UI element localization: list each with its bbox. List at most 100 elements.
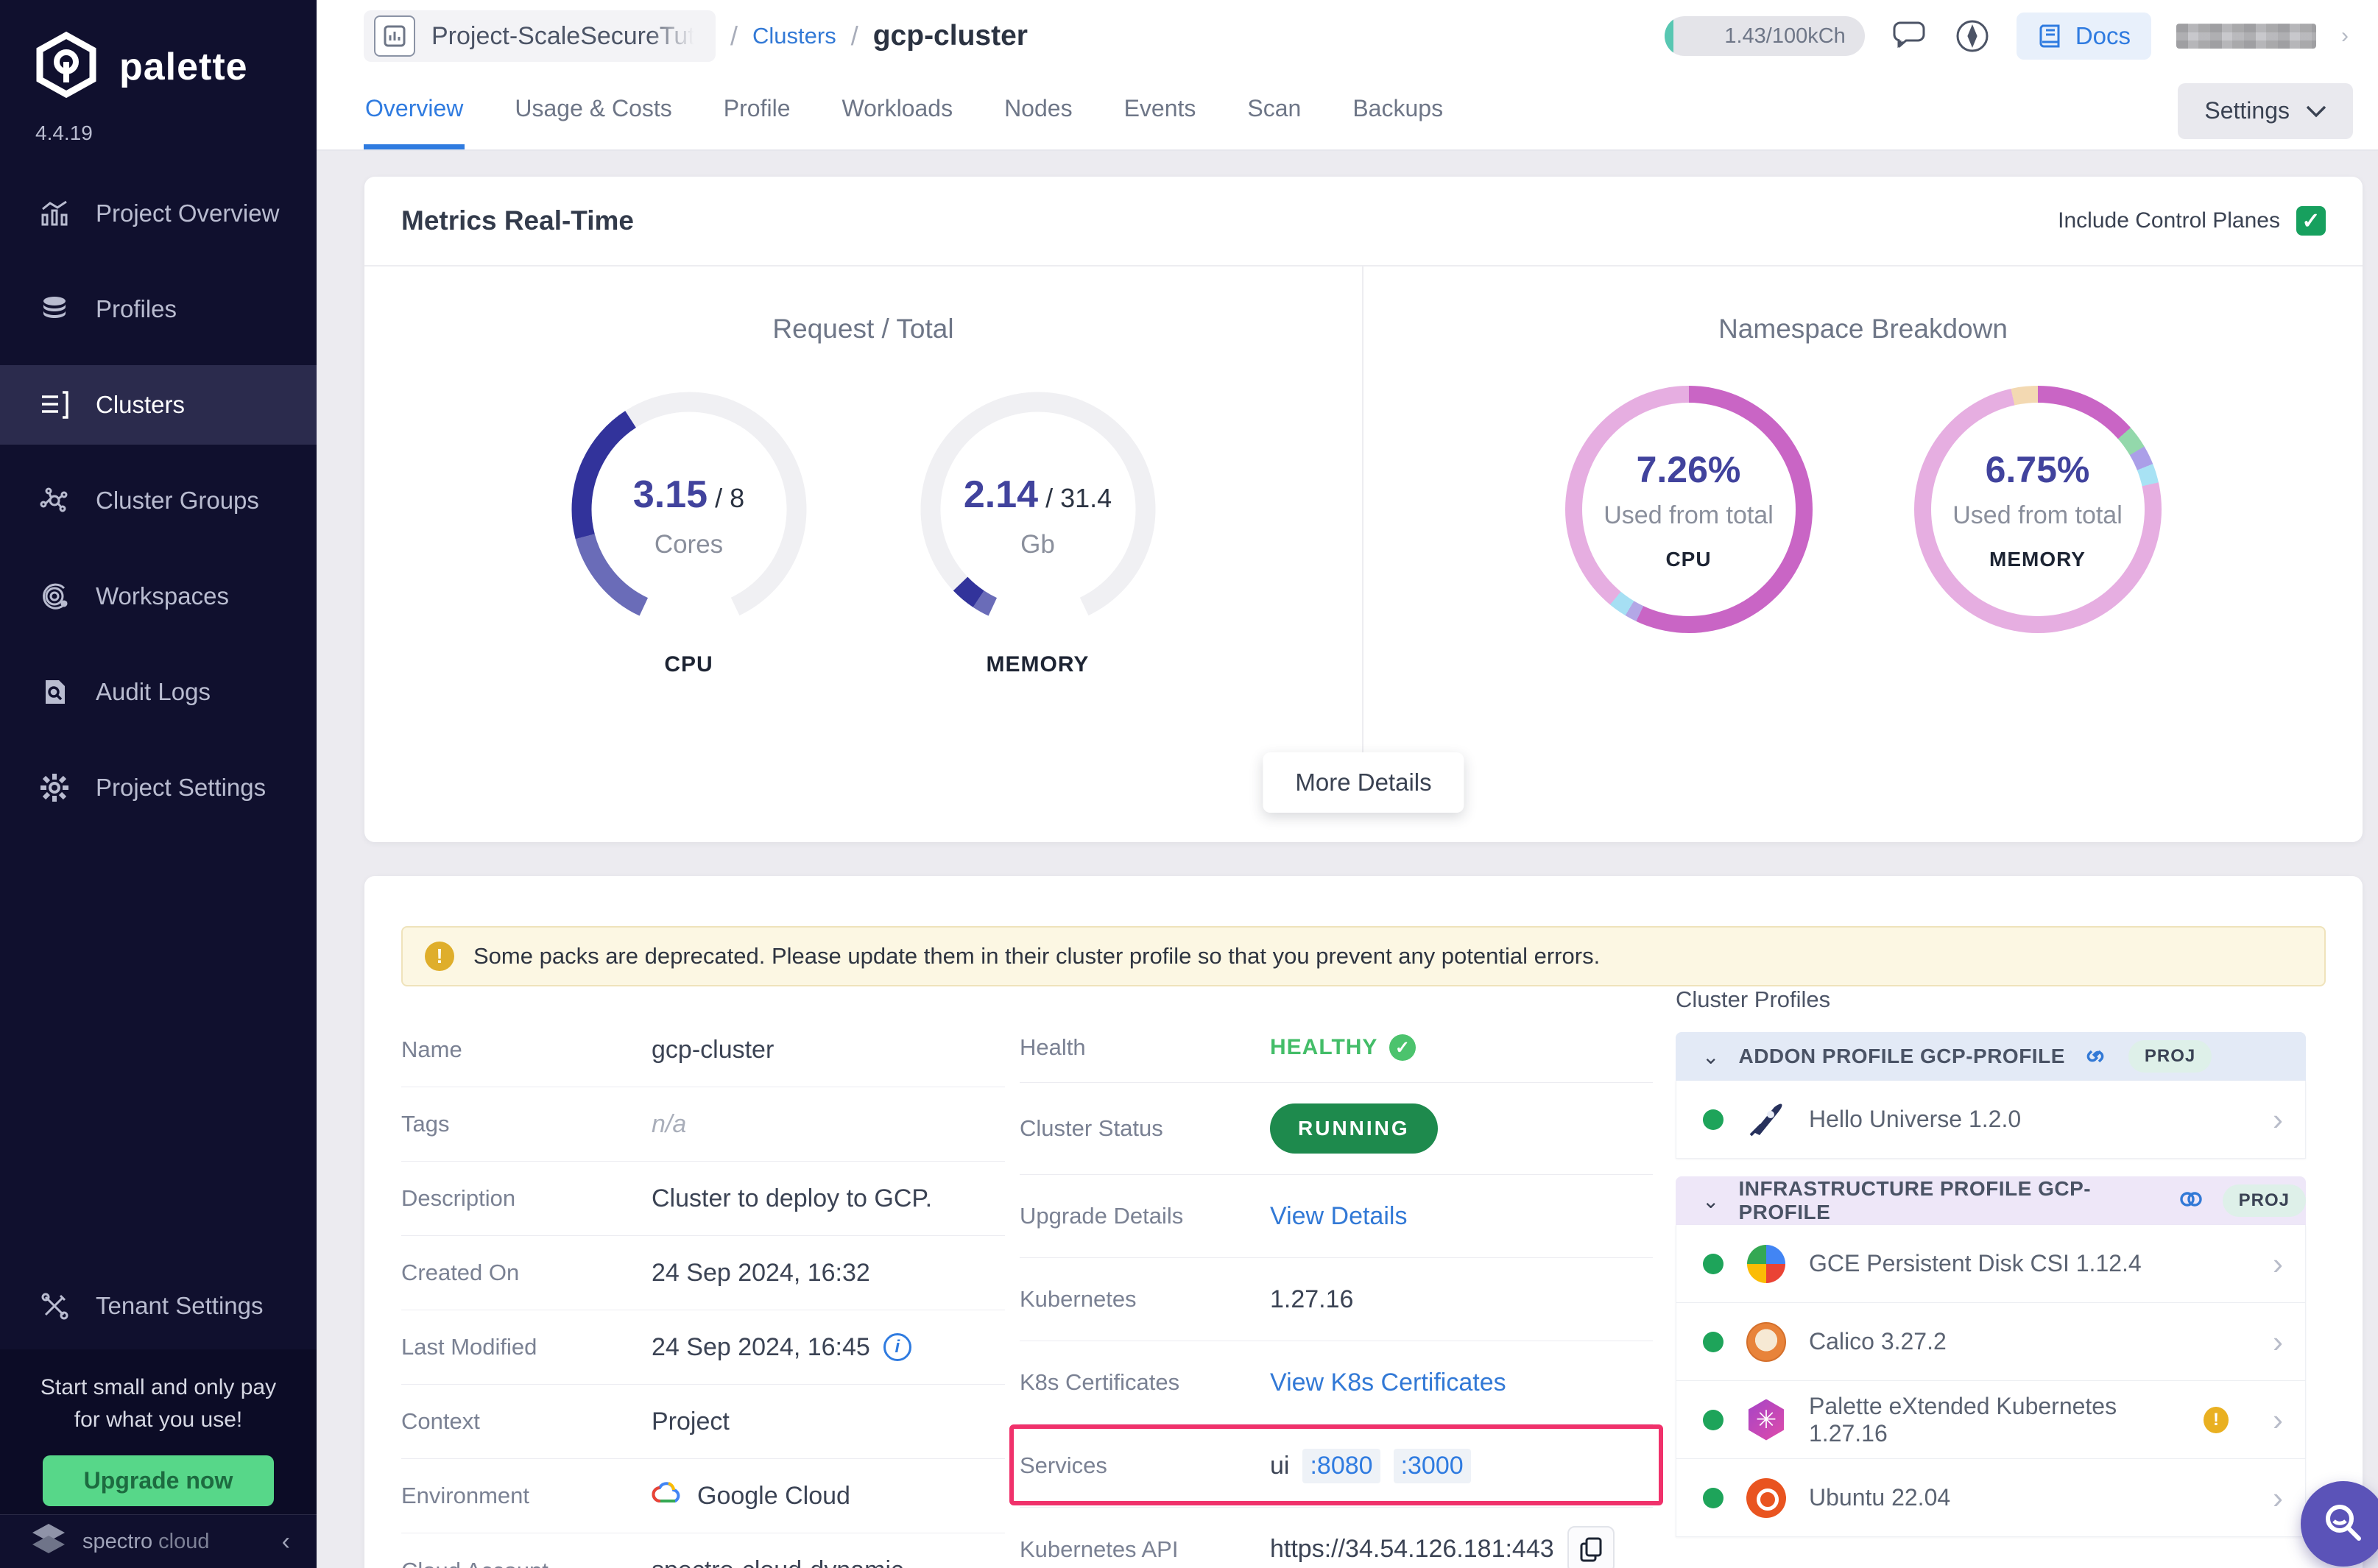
calico-icon bbox=[1746, 1321, 1787, 1363]
field-cluster-status: Cluster Status RUNNING bbox=[1020, 1083, 1653, 1175]
collapse-sidebar-icon[interactable]: ‹ bbox=[282, 1528, 290, 1556]
chevron-down-icon bbox=[2306, 105, 2326, 118]
settings-button[interactable]: Settings bbox=[2178, 83, 2353, 139]
sidebar-item-project-overview[interactable]: Project Overview bbox=[0, 174, 317, 253]
metrics-title: Metrics Real-Time bbox=[401, 205, 634, 236]
infrastructure-profile-section-header[interactable]: ⌄ INFRASTRUCTURE PROFILE GCP-PROFILE PRO… bbox=[1676, 1176, 2306, 1225]
chevron-right-icon: › bbox=[2273, 1324, 2283, 1360]
chevron-right-icon: › bbox=[2273, 1402, 2283, 1438]
breadcrumb-current: gcp-cluster bbox=[873, 20, 1028, 52]
gear-icon bbox=[38, 771, 71, 804]
cluster-tabbar: Overview Usage & Costs Profile Workloads… bbox=[317, 72, 2378, 151]
memory-donut: 6.75% Used from total MEMORY bbox=[1914, 386, 2162, 633]
tab-workloads[interactable]: Workloads bbox=[840, 72, 954, 149]
field-k8s-certificates: K8s Certificates View K8s Certificates bbox=[1020, 1341, 1653, 1424]
sidebar-item-profiles[interactable]: Profiles bbox=[0, 269, 317, 349]
hello-universe-icon bbox=[1746, 1099, 1787, 1140]
field-description: Description Cluster to deploy to GCP. bbox=[401, 1162, 1005, 1236]
sidebar-item-project-settings[interactable]: Project Settings bbox=[0, 748, 317, 827]
include-control-planes-checkbox[interactable]: ✓ bbox=[2296, 206, 2326, 236]
sidebar-item-audit-logs[interactable]: Audit Logs bbox=[0, 652, 317, 732]
usage-quota-badge[interactable]: 1.43/100kCh bbox=[1665, 16, 1865, 56]
status-dot-green bbox=[1703, 1109, 1723, 1130]
project-name: Project-ScaleSecureTutorial bbox=[431, 22, 696, 51]
sidebar-nav: Project Overview Profiles Clusters Clust… bbox=[0, 174, 317, 844]
compass-icon[interactable] bbox=[1953, 17, 1991, 55]
status-dot-green bbox=[1703, 1488, 1723, 1508]
cpu-donut-label: CPU bbox=[1665, 548, 1711, 571]
tab-overview[interactable]: Overview bbox=[364, 72, 465, 149]
request-total-title: Request / Total bbox=[364, 314, 1362, 345]
cpu-gauge: 3.15 / 8 Cores CPU bbox=[565, 386, 813, 677]
project-selector[interactable]: Project-ScaleSecureTutorial bbox=[364, 10, 716, 62]
project-icon bbox=[374, 15, 415, 57]
upgrade-now-button[interactable]: Upgrade now bbox=[43, 1455, 275, 1506]
status-dot-green bbox=[1703, 1332, 1723, 1352]
memory-donut-label: MEMORY bbox=[1989, 548, 2086, 571]
tab-events[interactable]: Events bbox=[1123, 72, 1198, 149]
warning-text: Some packs are deprecated. Please update… bbox=[473, 943, 1600, 970]
field-kubernetes-api: Kubernetes API https://34.54.126.181:443 bbox=[1020, 1508, 1653, 1568]
sidebar-item-tenant-settings[interactable]: Tenant Settings bbox=[0, 1266, 317, 1346]
magnifier-smile-icon bbox=[2321, 1501, 2366, 1547]
info-icon[interactable]: i bbox=[883, 1333, 911, 1361]
profile-row-palette-extended-kubernetes[interactable]: ✳ Palette eXtended Kubernetes 1.27.16 ! … bbox=[1676, 1381, 2306, 1459]
service-port-8080-link[interactable]: :8080 bbox=[1302, 1449, 1380, 1483]
tab-scan[interactable]: Scan bbox=[1246, 72, 1302, 149]
profile-row-calico[interactable]: Calico 3.27.2 › bbox=[1676, 1303, 2306, 1381]
brand-name: palette bbox=[119, 45, 248, 89]
tab-backups[interactable]: Backups bbox=[1351, 72, 1444, 149]
chat-icon[interactable] bbox=[1890, 17, 1928, 55]
promo-text: Start small and only pay for what you us… bbox=[0, 1371, 317, 1436]
user-caret-icon[interactable]: › bbox=[2341, 24, 2349, 49]
profile-row-ubuntu[interactable]: Ubuntu 22.04 › bbox=[1676, 1459, 2306, 1537]
tabs: Overview Usage & Costs Profile Workloads… bbox=[364, 72, 1444, 149]
namespace-breakdown-title: Namespace Breakdown bbox=[1363, 314, 2363, 345]
service-port-3000-link[interactable]: :3000 bbox=[1394, 1449, 1471, 1483]
chevron-down-icon: ⌄ bbox=[1702, 1189, 1719, 1213]
topbar-actions: 1.43/100kCh Docs › bbox=[1665, 13, 2378, 60]
docs-button[interactable]: Docs bbox=[2017, 13, 2151, 60]
sidebar-item-clusters[interactable]: Clusters bbox=[0, 365, 317, 445]
sidebar-item-label: Clusters bbox=[96, 391, 185, 419]
upgrade-promo: Start small and only pay for what you us… bbox=[0, 1349, 317, 1514]
metrics-body: Request / Total 3.15 / 8 Cores CPU bbox=[364, 266, 2363, 811]
tab-nodes[interactable]: Nodes bbox=[1003, 72, 1074, 149]
more-details-button[interactable]: More Details bbox=[1263, 752, 1464, 813]
link-icon bbox=[2084, 1042, 2109, 1071]
cpu-used-percent: 7.26% bbox=[1637, 448, 1741, 491]
sidebar-item-cluster-groups[interactable]: Cluster Groups bbox=[0, 461, 317, 540]
warning-icon: ! bbox=[425, 942, 454, 971]
tools-icon bbox=[38, 1290, 71, 1322]
view-details-link[interactable]: View Details bbox=[1270, 1202, 1407, 1231]
view-k8s-certificates-link[interactable]: View K8s Certificates bbox=[1270, 1369, 1506, 1397]
sidebar-item-workspaces[interactable]: Workspaces bbox=[0, 557, 317, 636]
search-assistant-fab[interactable] bbox=[2301, 1481, 2378, 1567]
user-menu[interactable] bbox=[2176, 24, 2316, 49]
chevron-right-icon: › bbox=[2273, 1246, 2283, 1282]
breadcrumb-clusters-link[interactable]: Clusters bbox=[752, 23, 836, 49]
layers-icon bbox=[38, 293, 71, 325]
memory-used-percent: 6.75% bbox=[1986, 448, 2090, 491]
chevron-right-icon: › bbox=[2273, 1480, 2283, 1516]
profile-row-gce-csi[interactable]: GCE Persistent Disk CSI 1.12.4 › bbox=[1676, 1225, 2306, 1303]
tab-usage-costs[interactable]: Usage & Costs bbox=[513, 72, 673, 149]
cpu-gauge-label: CPU bbox=[565, 652, 813, 677]
profile-row-hello-universe[interactable]: Hello Universe 1.2.0 › bbox=[1676, 1081, 2306, 1159]
breadcrumb-separator: / bbox=[851, 21, 858, 52]
field-health: Health HEALTHY ✓ bbox=[1020, 1013, 1653, 1083]
memory-gauge-label: MEMORY bbox=[914, 652, 1162, 677]
copy-icon[interactable] bbox=[1567, 1526, 1615, 1568]
cluster-profiles-panel: Cluster Profiles ⌄ ADDON PROFILE GCP-PRO… bbox=[1676, 986, 2306, 1537]
ubuntu-icon bbox=[1746, 1477, 1787, 1519]
cluster-info-column: Name gcp-cluster Tags n/a Description Cl… bbox=[401, 1013, 1005, 1568]
addon-profile-section-header[interactable]: ⌄ ADDON PROFILE GCP-PROFILE PROJ bbox=[1676, 1032, 2306, 1081]
palette-logo-icon bbox=[32, 31, 100, 102]
check-circle-icon: ✓ bbox=[1389, 1034, 1416, 1061]
chevron-down-icon: ⌄ bbox=[1702, 1045, 1719, 1069]
orbit-icon bbox=[38, 580, 71, 612]
field-upgrade-details: Upgrade Details View Details bbox=[1020, 1175, 1653, 1258]
network-icon bbox=[38, 484, 71, 517]
tab-profile[interactable]: Profile bbox=[722, 72, 792, 149]
chart-icon bbox=[38, 197, 71, 230]
